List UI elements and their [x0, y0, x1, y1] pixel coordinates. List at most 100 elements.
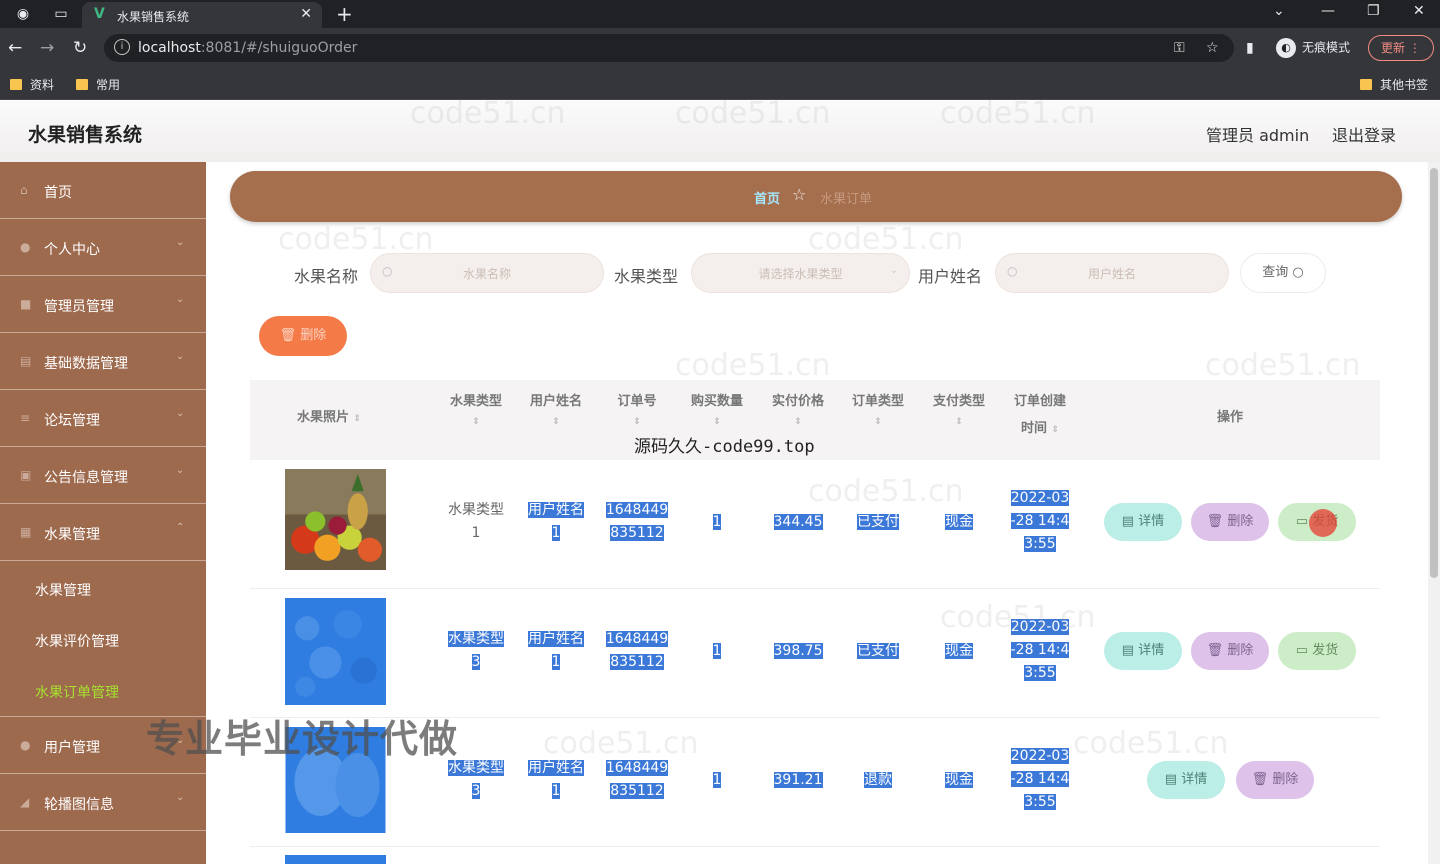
fruit-photo[interactable]	[285, 598, 386, 705]
cell-type-line: 水果类型	[448, 502, 504, 518]
back-icon[interactable]: ←	[8, 38, 22, 58]
breadcrumb: 首页 ☆ 水果订单	[230, 171, 1402, 222]
cell-type-line: 水果类型	[448, 631, 504, 647]
fruit-type-select[interactable]: 请选择水果类型 ⌄	[691, 253, 910, 293]
query-button[interactable]: 查询 ○	[1240, 253, 1326, 293]
col-user[interactable]: 用户姓名 ⇕	[520, 388, 592, 429]
filter-label-user: 用户姓名	[918, 267, 983, 286]
url-input[interactable]: i localhost:8081/#/shuiguoOrder	[104, 34, 1234, 62]
sidebar-item-home[interactable]: ⌂ 首页	[0, 162, 206, 219]
tab-close-icon[interactable]: ✕	[300, 6, 312, 22]
sort-icon[interactable]: ⇕	[762, 415, 834, 429]
bookmark-folder[interactable]: 资料	[10, 76, 54, 93]
sidebar-item-label: 论坛管理	[44, 413, 100, 429]
col-qty[interactable]: 购买数量 ⇕	[681, 388, 753, 429]
col-photo[interactable]: 水果照片 ⇕	[284, 404, 374, 433]
sort-icon[interactable]: ⇕	[520, 415, 592, 429]
sort-icon[interactable]: ⇕	[842, 415, 914, 429]
col-type[interactable]: 水果类型 ⇕	[440, 388, 512, 429]
sidebar-item-profile[interactable]: ● 个人中心 ⌄	[0, 219, 206, 276]
forward-icon[interactable]: →	[40, 38, 54, 58]
minimize-icon[interactable]: —	[1321, 3, 1335, 19]
sort-icon[interactable]: ⇕	[681, 415, 753, 429]
cell-order-no: 1648449 835112	[601, 628, 673, 674]
cell-qty-value: 1	[712, 643, 722, 659]
book-icon: ▭	[1295, 514, 1309, 529]
site-info-icon[interactable]: i	[114, 39, 130, 55]
window-close-icon[interactable]: ✕	[1413, 3, 1425, 19]
cell-pay-value: 现金	[945, 514, 973, 530]
update-button[interactable]: 更新 ⋮	[1368, 35, 1434, 61]
col-price[interactable]: 实付价格 ⇕	[762, 388, 834, 429]
detail-button[interactable]: ▤ 详情	[1104, 503, 1182, 541]
sort-icon[interactable]: ⇕	[601, 415, 673, 429]
tab-list-icon[interactable]: ⌄	[1273, 3, 1285, 19]
cell-user: 用户姓名 1	[520, 628, 592, 674]
cell-type: 水果类型 3	[440, 757, 512, 803]
delete-button[interactable]: 🗑 删除	[1191, 632, 1269, 670]
user-name-placeholder: 用户姓名	[1087, 267, 1136, 281]
home-icon: ⌂	[20, 183, 28, 197]
cell-time-line: 3:55	[1024, 665, 1056, 681]
browser-menu-icon[interactable]: ◉	[14, 5, 32, 23]
incognito-indicator[interactable]: ◐ 无痕模式	[1276, 38, 1350, 58]
bookmark-star-icon[interactable]: ☆	[1206, 40, 1219, 56]
breadcrumb-current: 水果订单	[820, 192, 873, 207]
key-icon[interactable]: ⚿	[1174, 40, 1185, 56]
sidebar-item-forum[interactable]: ≡ 论坛管理 ⌄	[0, 390, 206, 447]
new-tab-icon[interactable]: +	[336, 2, 353, 26]
incognito-icon: ◐	[1276, 38, 1296, 58]
delete-button[interactable]: 🗑 删除	[1236, 761, 1314, 799]
logout-link[interactable]: 退出登录	[1332, 122, 1396, 146]
restore-icon[interactable]: ❐	[1367, 3, 1380, 19]
col-order-type[interactable]: 订单类型 ⇕	[842, 388, 914, 429]
cell-qty-value: 1	[712, 514, 722, 530]
sort-icon[interactable]: ⇕	[923, 415, 995, 429]
sidebar-item-carousel[interactable]: ◢ 轮播图信息 ⌄	[0, 774, 206, 831]
sidebar-item-fruits[interactable]: ▦ 水果管理 ⌃	[0, 504, 206, 561]
user-name-input[interactable]: ○ 用户姓名	[995, 253, 1229, 293]
batch-delete-label: 删除	[300, 328, 327, 343]
current-user: 管理员 admin	[1206, 126, 1310, 145]
sidebar-subitem-fruit-review[interactable]: 水果评价管理	[0, 613, 206, 664]
sidepanel-icon[interactable]: ▮	[1246, 40, 1254, 56]
reload-icon[interactable]: ↻	[73, 38, 87, 58]
tab-search-icon[interactable]: ▭	[52, 5, 70, 23]
trash-icon: 🗑	[1251, 772, 1269, 787]
cell-time-line: 2022-03	[1010, 490, 1070, 506]
detail-button[interactable]: ▤ 详情	[1104, 632, 1182, 670]
other-bookmarks[interactable]: 其他书签	[1360, 76, 1428, 93]
app-title: 水果销售系统	[28, 124, 143, 146]
ship-button[interactable]: ▭ 发货	[1278, 632, 1356, 670]
fruit-photo[interactable]	[285, 855, 386, 864]
col-created[interactable]: 订单创建 时间 ⇕	[1004, 388, 1076, 444]
detail-button[interactable]: ▤ 详情	[1147, 761, 1225, 799]
scrollbar-thumb[interactable]	[1430, 168, 1438, 578]
bookmark-folder[interactable]: 常用	[76, 76, 120, 93]
col-order-type-label: 订单类型	[851, 394, 904, 409]
browser-tab[interactable]: V 水果销售系统 ✕	[82, 2, 322, 28]
sidebar-item-label: 公告信息管理	[44, 470, 128, 486]
fruit-name-input[interactable]: ○ 水果名称	[370, 253, 604, 293]
sidebar-item-label: 个人中心	[44, 242, 100, 258]
sort-icon[interactable]: ⇕	[354, 414, 362, 424]
cell-created: 2022-03 -28 14:4 3:55	[1004, 745, 1076, 814]
sidebar-subitem-fruit-manage[interactable]: 水果管理	[0, 562, 206, 613]
sidebar-item-label: 轮播图信息	[44, 797, 114, 813]
sidebar-item-admins[interactable]: ■ 管理员管理 ⌄	[0, 276, 206, 333]
sidebar-item-notices[interactable]: ▣ 公告信息管理 ⌄	[0, 447, 206, 504]
cell-order-no: 1648449 835112	[601, 757, 673, 803]
database-icon: ▤	[20, 354, 32, 368]
fruit-photo[interactable]	[285, 469, 386, 570]
sort-icon[interactable]: ⇕	[440, 415, 512, 429]
sort-icon[interactable]: ⇕	[1052, 425, 1060, 435]
col-pay-type[interactable]: 支付类型 ⇕	[923, 388, 995, 429]
col-photo-label: 水果照片	[296, 410, 349, 425]
batch-delete-button[interactable]: 🗑 删除	[259, 316, 347, 356]
cell-type-line: 3	[471, 654, 481, 670]
sidebar-item-basedata[interactable]: ▤ 基础数据管理 ⌄	[0, 333, 206, 390]
cell-order-line: 835112	[610, 783, 664, 799]
col-order-no[interactable]: 订单号 ⇕	[601, 388, 673, 429]
delete-button[interactable]: 🗑 删除	[1191, 503, 1269, 541]
breadcrumb-home[interactable]: 首页	[754, 188, 780, 207]
